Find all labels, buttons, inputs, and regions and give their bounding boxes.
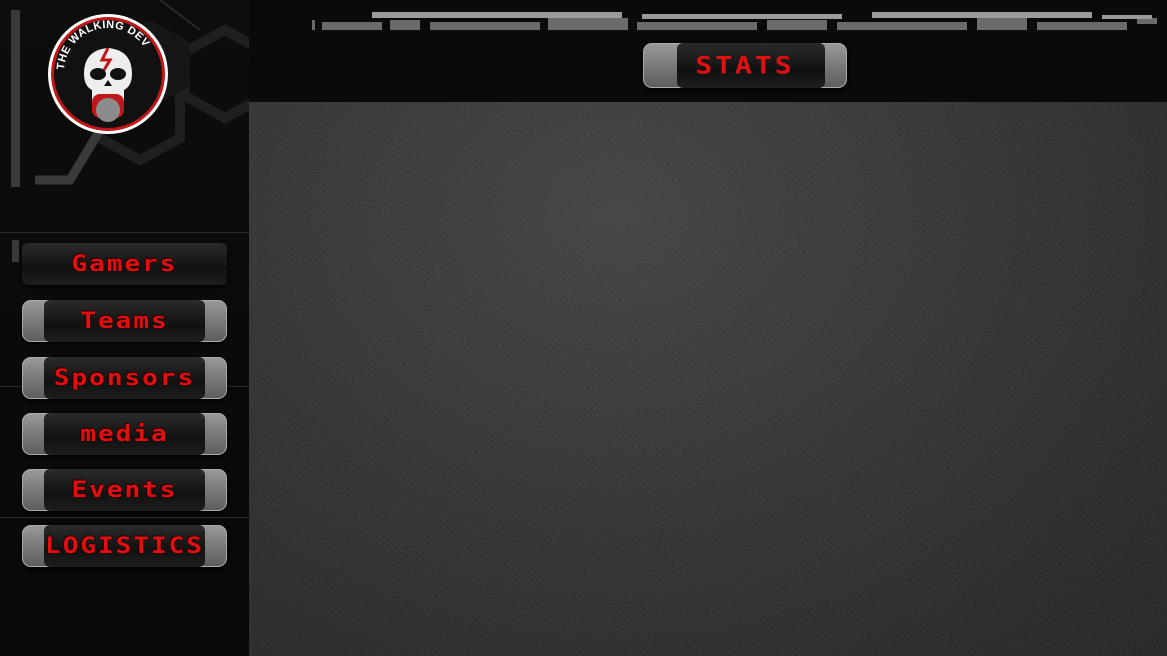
decor-bar [11, 10, 20, 187]
main-content-panel [249, 102, 1167, 656]
nav-media-button[interactable]: media [22, 413, 227, 455]
nav-events-label: Events [71, 477, 178, 503]
stats-button[interactable]: STATS [643, 43, 847, 88]
nav-media-label: media [80, 421, 169, 447]
divider [0, 517, 249, 518]
texture-overlay [249, 102, 1167, 656]
nav-gamers-button[interactable]: Gamers [22, 243, 227, 285]
nav-sponsors-button[interactable]: Sponsors [22, 357, 227, 399]
stats-label: STATS [695, 51, 795, 80]
nav-logistics-label: LOGISTICS [45, 533, 204, 559]
nav-events-button[interactable]: Events [22, 469, 227, 511]
decor-bar [12, 240, 19, 262]
nav-logistics-button[interactable]: LOGISTICS [22, 525, 227, 567]
divider [0, 232, 249, 233]
nav-sponsors-label: Sponsors [53, 365, 196, 391]
glitch-ticker-decoration [312, 12, 1157, 30]
sidebar: THE WALKING DEV Gamers Teams Sponsors me… [0, 0, 270, 656]
nav-teams-button[interactable]: Teams [22, 300, 227, 342]
nav-teams-label: Teams [80, 308, 169, 334]
team-logo[interactable]: THE WALKING DEV [40, 8, 176, 136]
nav-gamers-label: Gamers [71, 251, 178, 277]
